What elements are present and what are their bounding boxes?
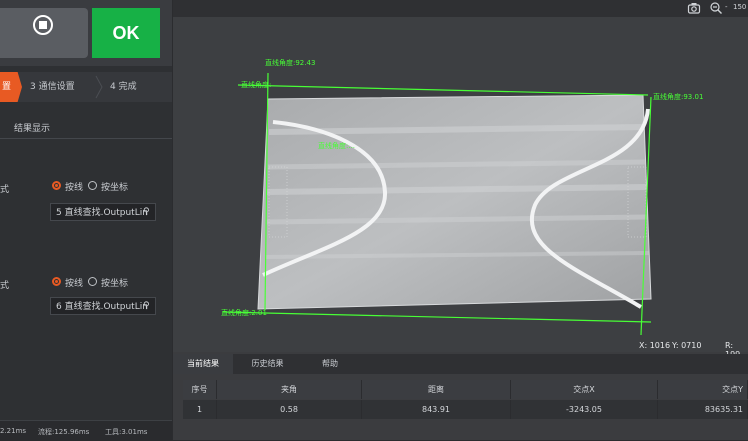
step-comm-settings[interactable]: 3 通信设置 — [30, 72, 75, 102]
zoom-out-icon[interactable] — [709, 1, 723, 15]
table-cell: -3243.05 — [511, 400, 658, 419]
table-cell: 1 — [183, 400, 217, 419]
table-cell: 0.58 — [217, 400, 362, 419]
step-active[interactable]: 置 — [0, 72, 22, 102]
status-time: 2.21ms — [0, 427, 27, 435]
tab-result-display[interactable]: 结果显示 — [14, 121, 50, 134]
mode-label: 式 — [0, 281, 10, 291]
status-bar: 2.21ms 流程:125.96ms 工具:3.01ms — [0, 420, 172, 441]
radio-by-coord[interactable] — [88, 277, 97, 286]
table-header: 夹角 — [217, 380, 362, 399]
table-header: 交点X — [511, 380, 658, 399]
status-tool-time: 工具:3.01ms — [105, 428, 148, 436]
line-source-field[interactable]: 6 直线查找.OutputLin — [50, 297, 156, 315]
ok-button[interactable]: OK — [92, 8, 160, 58]
radio-label-by-coord: 按坐标 — [101, 183, 129, 193]
mode-label: 式 — [0, 185, 10, 195]
tab-history-result[interactable]: 历史结果 — [240, 354, 295, 374]
overlay-label: 直线角度:93.01 — [653, 92, 703, 101]
zoom-level: 150 — [733, 3, 747, 11]
step-finish[interactable]: 4 完成 — [110, 72, 137, 102]
zoom-separator: - — [725, 3, 728, 11]
chevron-right-icon — [95, 75, 103, 99]
link-icon[interactable]: ⚲ — [143, 207, 150, 217]
step-bar — [0, 72, 172, 102]
table-header: 序号 — [183, 380, 217, 399]
table-cell: 843.91 — [362, 400, 511, 419]
coordinate-readout: X: 1016 Y: 0710 R: 199 — [173, 340, 748, 359]
overlay-label: 直线角度: — [241, 80, 271, 89]
viewer-toolbar: - 150 — [173, 0, 748, 17]
link-icon[interactable]: ⚲ — [143, 301, 150, 311]
image-canvas[interactable]: 直线角度:92.43 直线角度: 直线角度:93.01 直线角度:... 直线角… — [173, 17, 748, 352]
tab-help[interactable]: 帮助 — [305, 354, 355, 374]
tab-current-result[interactable]: 当前结果 — [173, 354, 233, 374]
radio-label-by-line: 按线 — [65, 279, 84, 289]
camera-icon[interactable] — [687, 1, 701, 15]
table-cell: 83635.31 — [658, 400, 748, 419]
radio-by-coord[interactable] — [88, 181, 97, 190]
line-source-field[interactable]: 5 直线查找.OutputLin — [50, 203, 156, 221]
coord-y: Y: 0710 — [672, 341, 702, 350]
table-header: 距离 — [362, 380, 511, 399]
radio-by-line[interactable] — [52, 277, 61, 286]
radio-label-by-line: 按线 — [65, 183, 84, 193]
coord-x: X: 1016 — [639, 341, 671, 350]
result-table: 序号 夹角 距离 交点X 交点Y 1 0.58 843.91 -3243.05 … — [183, 380, 748, 420]
radio-by-line[interactable] — [52, 181, 61, 190]
overlay-label: 直线角度:2.01 — [221, 308, 267, 317]
status-flow-time: 流程:125.96ms — [38, 428, 90, 436]
overlay-label: 直线角度:92.43 — [265, 58, 315, 67]
radio-label-by-coord: 按坐标 — [101, 279, 129, 289]
mask-image: 直线角度:92.43 直线角度: 直线角度:93.01 直线角度:... 直线角… — [221, 58, 703, 336]
table-header: 交点Y — [658, 380, 748, 399]
stop-square-icon — [39, 21, 47, 29]
overlay-label: 直线角度:... — [318, 141, 355, 150]
